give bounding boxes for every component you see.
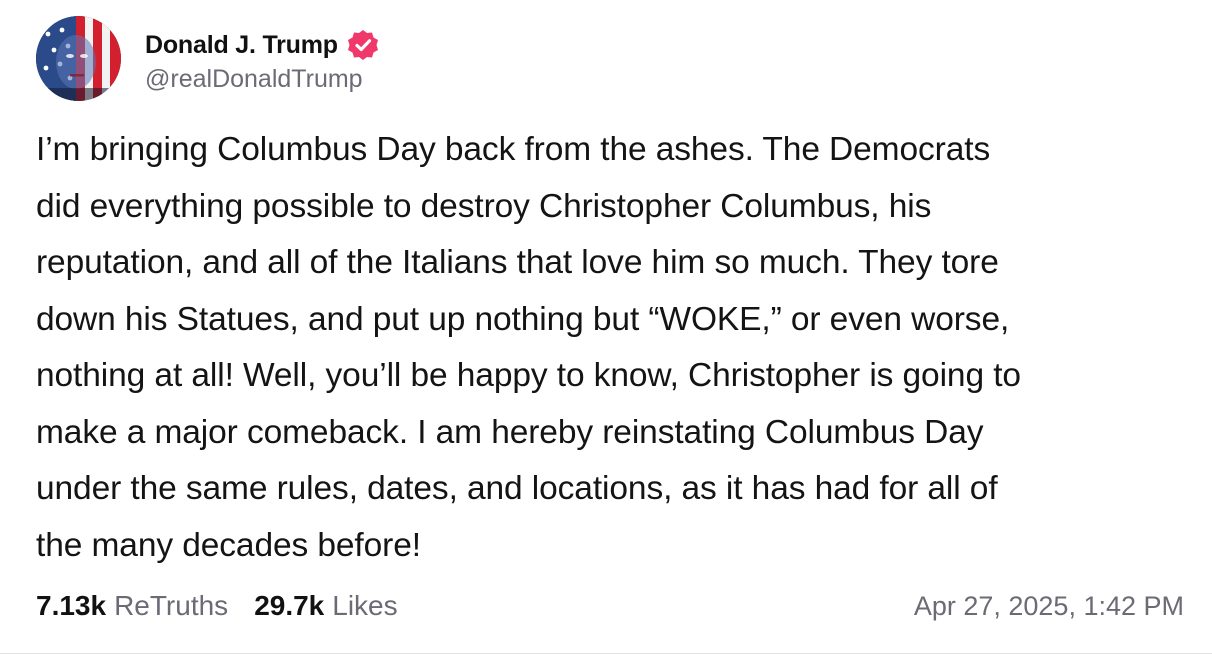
avatar[interactable] — [36, 16, 121, 101]
post-footer: 7.13k ReTruths 29.7k Likes Apr 27, 2025,… — [36, 586, 1184, 626]
likes-stat[interactable]: 29.7k Likes — [254, 590, 397, 622]
likes-count: 29.7k — [254, 590, 325, 621]
author-display-name[interactable]: Donald J. Trump — [145, 31, 338, 60]
retruths-label: ReTruths — [114, 590, 229, 621]
retruths-count: 7.13k — [36, 590, 107, 621]
post-timestamp[interactable]: Apr 27, 2025, 1:42 PM — [914, 591, 1184, 622]
author-names: Donald J. Trump @realDonaldTrump — [145, 23, 380, 94]
post-stats: 7.13k ReTruths 29.7k Likes — [36, 590, 424, 622]
truth-post: Donald J. Trump @realDonaldTrump I’m bri… — [0, 0, 1212, 654]
verified-badge-icon — [346, 28, 380, 62]
author-handle[interactable]: @realDonaldTrump — [145, 65, 380, 94]
retruths-stat[interactable]: 7.13k ReTruths — [36, 590, 228, 622]
avatar-image — [36, 16, 121, 101]
post-header: Donald J. Trump @realDonaldTrump — [36, 16, 380, 101]
likes-label: Likes — [332, 590, 398, 621]
author-name-row: Donald J. Trump — [145, 23, 380, 67]
post-text: I’m bringing Columbus Day back from the … — [36, 131, 1021, 564]
